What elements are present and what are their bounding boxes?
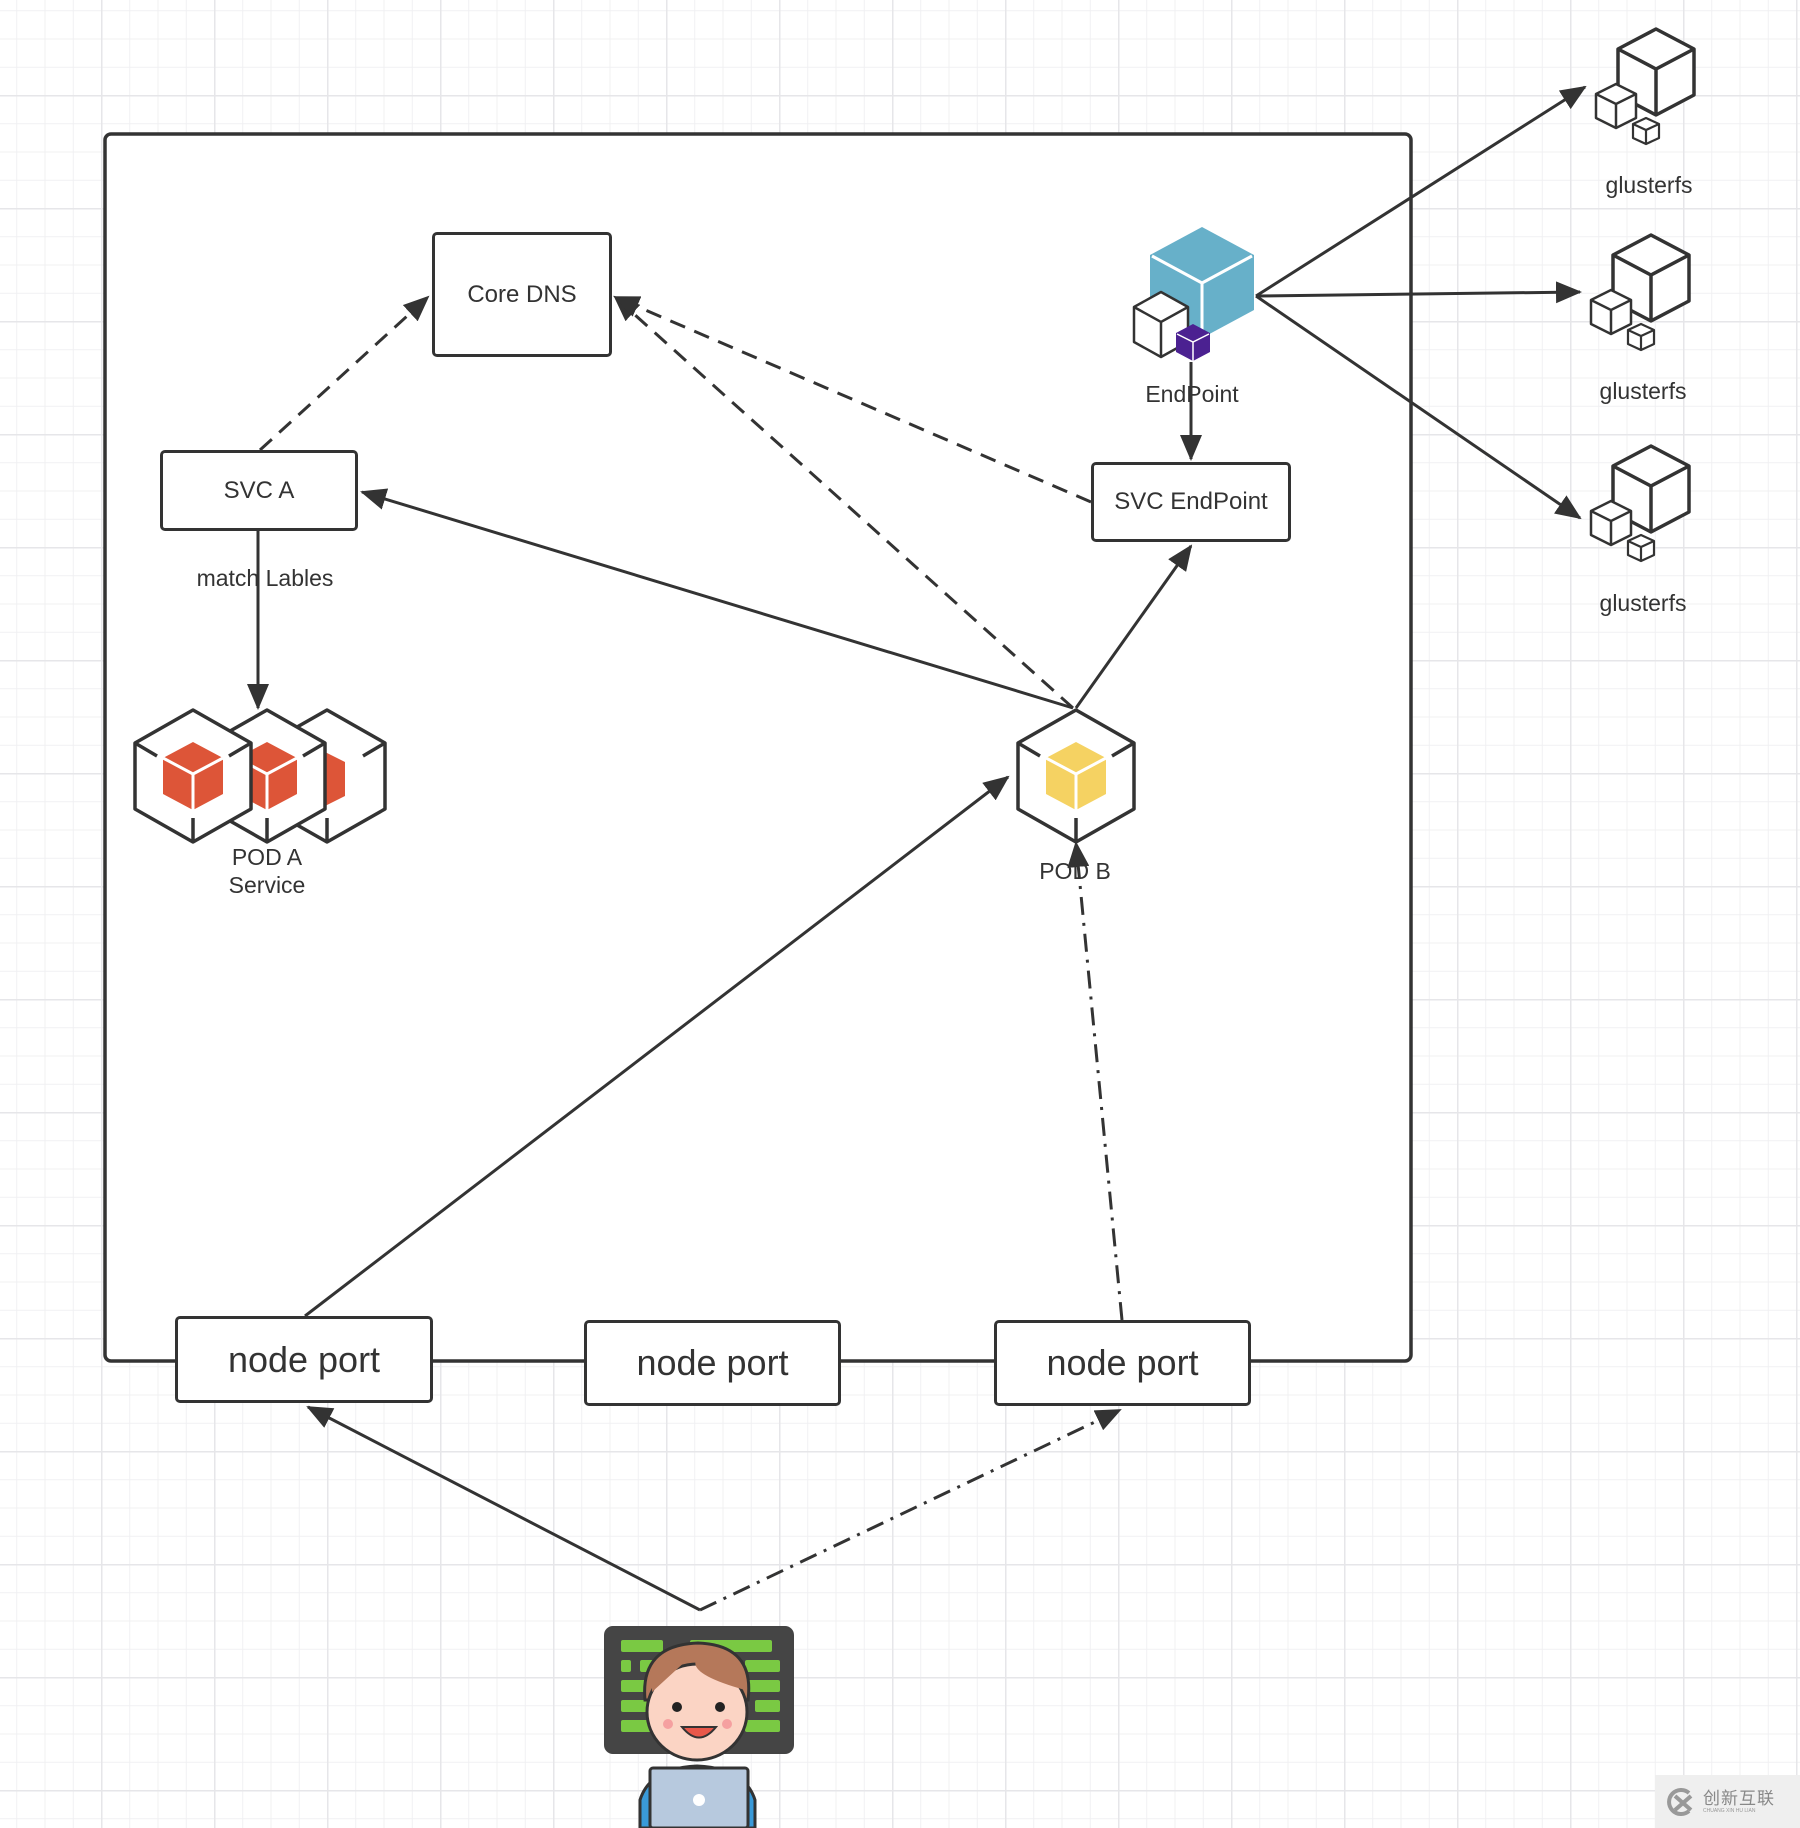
svc-endpoint-box[interactable]: SVC EndPoint — [1091, 462, 1291, 542]
node-port-box-3[interactable]: node port — [994, 1320, 1251, 1406]
glusterfs-icon-3[interactable] — [1589, 444, 1691, 563]
edge-user-to-node-port-3 — [699, 1408, 1122, 1612]
pod-a-label-line1: POD A — [231, 844, 303, 870]
pod-a-icon[interactable] — [133, 708, 387, 844]
watermark: 创新互联 CHUANG XIN HU LIAN — [1655, 1775, 1800, 1828]
endpoint-label: EndPoint — [1145, 381, 1239, 407]
watermark-title: 创新互联 — [1703, 1788, 1775, 1808]
user-developer-icon[interactable] — [604, 1626, 794, 1828]
watermark-subtitle: CHUANG XIN HU LIAN — [1703, 1807, 1756, 1814]
node-port-3-label: node port — [1046, 1342, 1199, 1383]
pod-b-label: POD B — [1039, 858, 1111, 884]
edge-user-to-node-port-1 — [306, 1405, 701, 1612]
node-port-1-label: node port — [227, 1338, 381, 1380]
node-port-2-label: node port — [636, 1342, 789, 1383]
glusterfs-label-3: glusterfs — [1599, 590, 1687, 616]
svc-endpoint-label: SVC EndPoint — [1114, 488, 1268, 515]
glusterfs-icon-2[interactable] — [1589, 233, 1691, 352]
core-dns-box[interactable]: Core DNS — [432, 232, 612, 357]
pod-a-label-line2: Service — [228, 872, 306, 898]
node-port-box-2[interactable]: node port — [584, 1320, 841, 1406]
watermark-logo-icon — [1667, 1787, 1693, 1816]
glusterfs-icon-1[interactable] — [1594, 27, 1696, 146]
svc-a-box[interactable]: SVC A — [160, 450, 358, 531]
node-port-box-1[interactable]: node port — [175, 1316, 433, 1403]
core-dns-label: Core DNS — [467, 280, 577, 308]
glusterfs-label-2: glusterfs — [1599, 378, 1687, 404]
diagram-canvas — [103, 27, 1696, 1828]
glusterfs-label-1: glusterfs — [1605, 172, 1693, 198]
svc-a-label: SVC A — [223, 476, 295, 504]
match-labels-edge-label: match Lables — [196, 565, 334, 591]
